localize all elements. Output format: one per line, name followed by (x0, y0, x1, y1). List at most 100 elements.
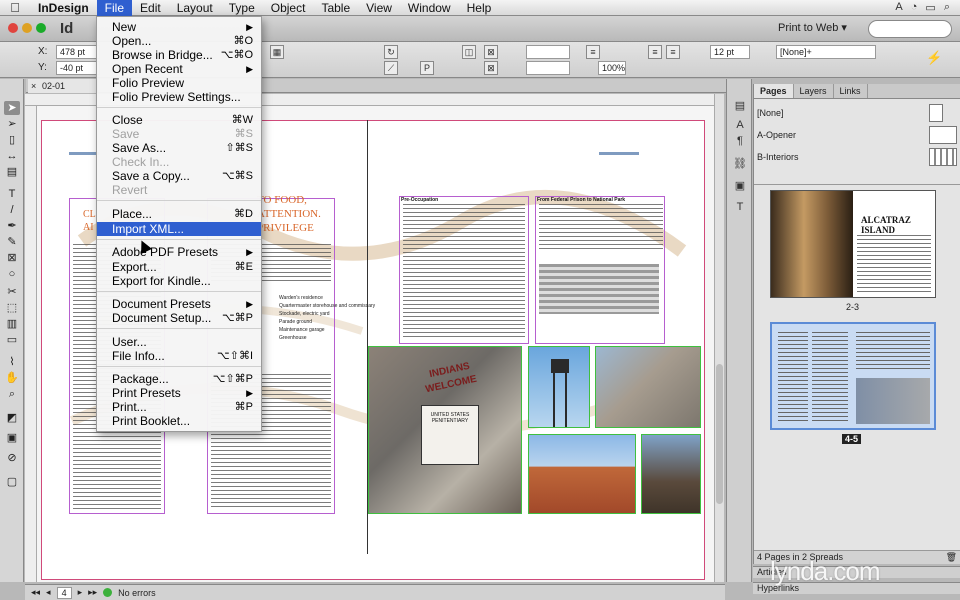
menu-app[interactable]: InDesign (30, 0, 97, 16)
note-tool-icon[interactable]: ▭ (4, 333, 20, 347)
menu-layout[interactable]: Layout (169, 0, 221, 16)
menu-item-import-xml[interactable]: Import XML... (97, 222, 261, 236)
x-position-field[interactable]: 478 pt (56, 45, 100, 59)
quick-apply-icon[interactable]: ⚡ (926, 51, 942, 66)
type-tool-icon[interactable]: T (4, 187, 20, 201)
free-transform-tool-icon[interactable]: ⬚ (4, 301, 20, 315)
select-container-icon[interactable]: ◫ (462, 45, 476, 59)
fill-swatch-icon[interactable]: ⊠ (484, 45, 498, 59)
menu-view[interactable]: View (358, 0, 400, 16)
vertical-ruler[interactable] (25, 106, 37, 582)
menu-item-open[interactable]: Open... ⌘O (97, 34, 261, 48)
zoom-window-button[interactable] (36, 23, 46, 33)
fill-stroke-swatch-icon[interactable]: ◩ (4, 411, 20, 425)
wifi-icon[interactable]: ◔ (911, 1, 918, 14)
workspace-switcher[interactable]: Print to Web ▾ (778, 21, 847, 34)
hand-tool-icon[interactable]: ✋ (4, 371, 20, 385)
last-page-icon[interactable]: ▸▸ (88, 587, 97, 598)
menu-edit[interactable]: Edit (132, 0, 169, 16)
y-position-field[interactable]: -40 pt (56, 61, 100, 75)
menu-type[interactable]: Type (221, 0, 263, 16)
adobe-icon[interactable]: A (895, 1, 902, 14)
tab-links[interactable]: Links (834, 84, 868, 98)
menu-item-user[interactable]: User... (97, 335, 261, 349)
character-styles-icon[interactable]: A (732, 119, 748, 133)
menu-item-browse-in-bridge[interactable]: Browse in Bridge... ⌥⌘O (97, 48, 261, 62)
links-panel-icon[interactable]: ⛓ (732, 157, 748, 171)
menu-item-close[interactable]: Close ⌘W (97, 113, 261, 127)
type-panel-icon[interactable]: T (732, 201, 748, 215)
menu-window[interactable]: Window (400, 0, 459, 16)
water-tower-photo[interactable] (528, 346, 590, 428)
direct-selection-tool-icon[interactable]: ➢ (4, 117, 20, 131)
menu-item-save-as[interactable]: Save As... ⇧⌘S (97, 141, 261, 155)
text-wrap-icon[interactable]: ≡ (586, 45, 600, 59)
align-left-icon[interactable]: ≡ (648, 45, 662, 59)
line-tool-icon[interactable]: / (4, 203, 20, 217)
font-size-field[interactable]: 12 pt (710, 45, 750, 59)
menu-item-open-recent[interactable]: Open Recent ▶ (97, 62, 261, 76)
text-wrap-panel-icon[interactable]: ▣ (732, 179, 748, 193)
battery-icon[interactable]: ▭ (925, 1, 935, 14)
menu-table[interactable]: Table (313, 0, 358, 16)
tab-pages[interactable]: Pages (754, 84, 794, 98)
canvas-vertical-scrollbar[interactable] (714, 94, 724, 582)
menu-item-export[interactable]: Export... ⌘E (97, 260, 261, 274)
menu-help[interactable]: Help (459, 0, 500, 16)
pages-panel-icon[interactable]: ▤ (732, 99, 748, 113)
document-tab[interactable]: × 02-01 Begin.i... (28, 79, 98, 105)
menu-item-document-presets[interactable]: Document Presets ▶ (97, 297, 261, 311)
content-collector-icon[interactable]: ▤ (4, 165, 20, 179)
zoom-field[interactable]: 100% (598, 61, 626, 75)
eyedropper-tool-icon[interactable]: ⌇ (4, 355, 20, 369)
menu-item-adobe-pdf-presets[interactable]: Adobe PDF Presets ▶ (97, 245, 261, 259)
gradient-tool-icon[interactable]: ▥ (4, 317, 20, 331)
page-tool-icon[interactable]: ▯ (4, 133, 20, 147)
close-tab-icon[interactable]: × (31, 79, 36, 93)
stroke-type-field[interactable] (526, 61, 570, 75)
menu-item-folio-preview[interactable]: Folio Preview (97, 76, 261, 90)
penitentiary-sign-photo[interactable]: INDIANS WELCOME UNITED STATES PENITENTIA… (368, 346, 522, 514)
flip-icon[interactable]: P (420, 61, 434, 75)
align-center-icon[interactable]: ≡ (666, 45, 680, 59)
reference-point-icon[interactable]: ▦ (270, 45, 284, 59)
ellipse-tool-icon[interactable]: ○ (4, 267, 20, 281)
scissors-tool-icon[interactable]: ✂ (4, 285, 20, 299)
rectangle-frame-tool-icon[interactable]: ⊠ (4, 251, 20, 265)
spread-thumbnail-4-5[interactable] (770, 322, 936, 430)
paragraph-styles-icon[interactable]: ¶ (732, 135, 748, 149)
apple-icon[interactable]:  (0, 0, 30, 15)
menu-item-file-info[interactable]: File Info... ⌥⇧⌘I (97, 349, 261, 363)
scrollbar-thumb[interactable] (716, 364, 723, 504)
stroke-weight-field[interactable] (526, 45, 570, 59)
preflight-status[interactable]: No errors (118, 588, 156, 598)
menu-item-print[interactable]: Print... ⌘P (97, 400, 261, 414)
selection-tool-icon[interactable]: ➤ (4, 101, 20, 115)
delete-page-icon[interactable]: 🗑 (946, 551, 957, 564)
pencil-tool-icon[interactable]: ✎ (4, 235, 20, 249)
orange-ruins-photo[interactable] (528, 434, 636, 514)
ruined-building-photo[interactable] (595, 346, 701, 428)
screen-mode-icon[interactable]: ▢ (4, 475, 20, 489)
pen-tool-icon[interactable]: ✒ (4, 219, 20, 233)
spread-thumbnail-2-3[interactable]: ALCATRAZ ISLAND (770, 190, 936, 298)
menu-item-folio-preview-settings[interactable]: Folio Preview Settings... (97, 90, 261, 104)
apply-none-icon[interactable]: ⊘ (4, 451, 20, 465)
master-b-interiors[interactable]: B-Interiors (754, 146, 960, 168)
master-none[interactable]: [None] (754, 102, 960, 124)
previous-page-icon[interactable]: ◂ (46, 587, 51, 598)
apply-color-icon[interactable]: ▣ (4, 431, 20, 445)
menu-item-print-presets[interactable]: Print Presets ▶ (97, 386, 261, 400)
menu-item-print-booklet[interactable]: Print Booklet... (97, 414, 261, 428)
help-search-input[interactable] (868, 20, 952, 38)
minimize-window-button[interactable] (22, 23, 32, 33)
menu-item-save-a-copy[interactable]: Save a Copy... ⌥⌘S (97, 169, 261, 183)
master-a-opener[interactable]: A-Opener (754, 124, 960, 146)
menu-item-package[interactable]: Package... ⌥⇧⌘P (97, 372, 261, 386)
tab-layers[interactable]: Layers (794, 84, 834, 98)
menu-file[interactable]: File (96, 0, 133, 16)
menu-item-place[interactable]: Place... ⌘D (97, 207, 261, 221)
stroke-swatch-icon[interactable]: ⊠ (484, 61, 498, 75)
zoom-tool-icon[interactable]: ⌕ (4, 387, 20, 401)
menu-object[interactable]: Object (263, 0, 314, 16)
